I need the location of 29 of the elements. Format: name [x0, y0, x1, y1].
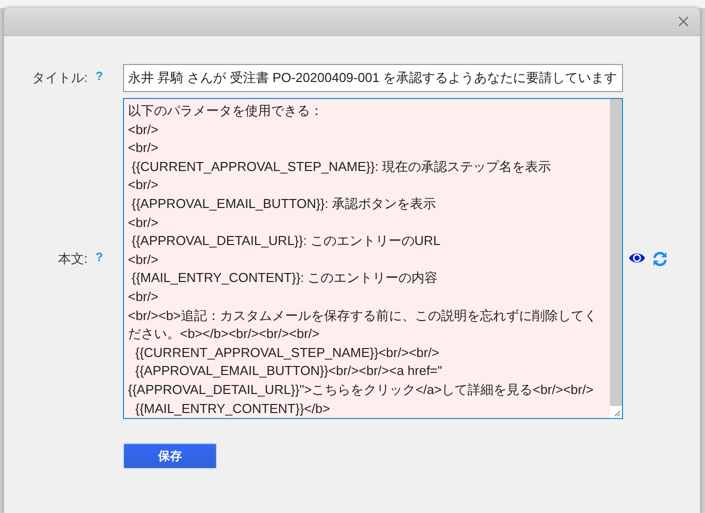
save-button[interactable]: 保存 [123, 443, 217, 469]
text-line: {{APPROVAL_EMAIL_BUTTON}}: 承認ボタンを表示 [130, 194, 436, 213]
refresh-icon[interactable] [652, 250, 668, 266]
text-line: 以下のパラメータを使用できる： [128, 102, 323, 120]
text-line: {{MAIL_ENTRY_CONTENT}}: このエントリーの内容 [130, 269, 438, 288]
resize-grip-icon[interactable] [610, 406, 622, 418]
text-line: <br/> [128, 139, 158, 158]
scrollbar[interactable] [610, 99, 622, 406]
text-line: {{APPROVAL_DETAIL_URL}}">こちらをクリック</a>して詳細を見る<br/><br/> [128, 380, 594, 399]
text-line: <br/> [128, 288, 158, 306]
text-line: ださい。<b></b><br/><br/><br/> [128, 325, 320, 344]
text-line: {{APPROVAL_DETAIL_URL}}: このエントリーのURL [130, 232, 440, 250]
text-line: {{CURRENT_APPROVAL_STEP_NAME}}<br/><br/> [134, 344, 440, 362]
text-line: <br/> [128, 176, 158, 194]
text-line: {{CURRENT_APPROVAL_STEP_NAME}}: 現在の承認ステップ名を表示 [130, 158, 552, 176]
text-line: <br/><b>追記：カスタムメールを保存する前に、この説明を忘れずに削除してく [128, 306, 597, 325]
text-line: <br/> [128, 250, 158, 269]
text-line: <br/> [128, 120, 158, 139]
help-link[interactable]: ? [96, 69, 103, 87]
text-line: {{APPROVAL_EMAIL_BUTTON}}<br/><br/><a href=" [134, 362, 442, 380]
help-link[interactable]: ? [96, 250, 103, 268]
text-line: <br/> [128, 214, 158, 232]
field-label: タイトル: [32, 69, 88, 87]
eye-icon[interactable] [628, 250, 646, 264]
title-input[interactable]: 永井 昇騎 さんが 受注書 PO-20200409-001 を承認するようあなたに要請しています [123, 64, 623, 92]
field-label: 本文: [58, 250, 88, 268]
close-icon[interactable] [678, 16, 689, 27]
body-textarea[interactable] [123, 98, 623, 419]
text-line: {{MAIL_ENTRY_CONTENT}}</b> [134, 400, 330, 418]
